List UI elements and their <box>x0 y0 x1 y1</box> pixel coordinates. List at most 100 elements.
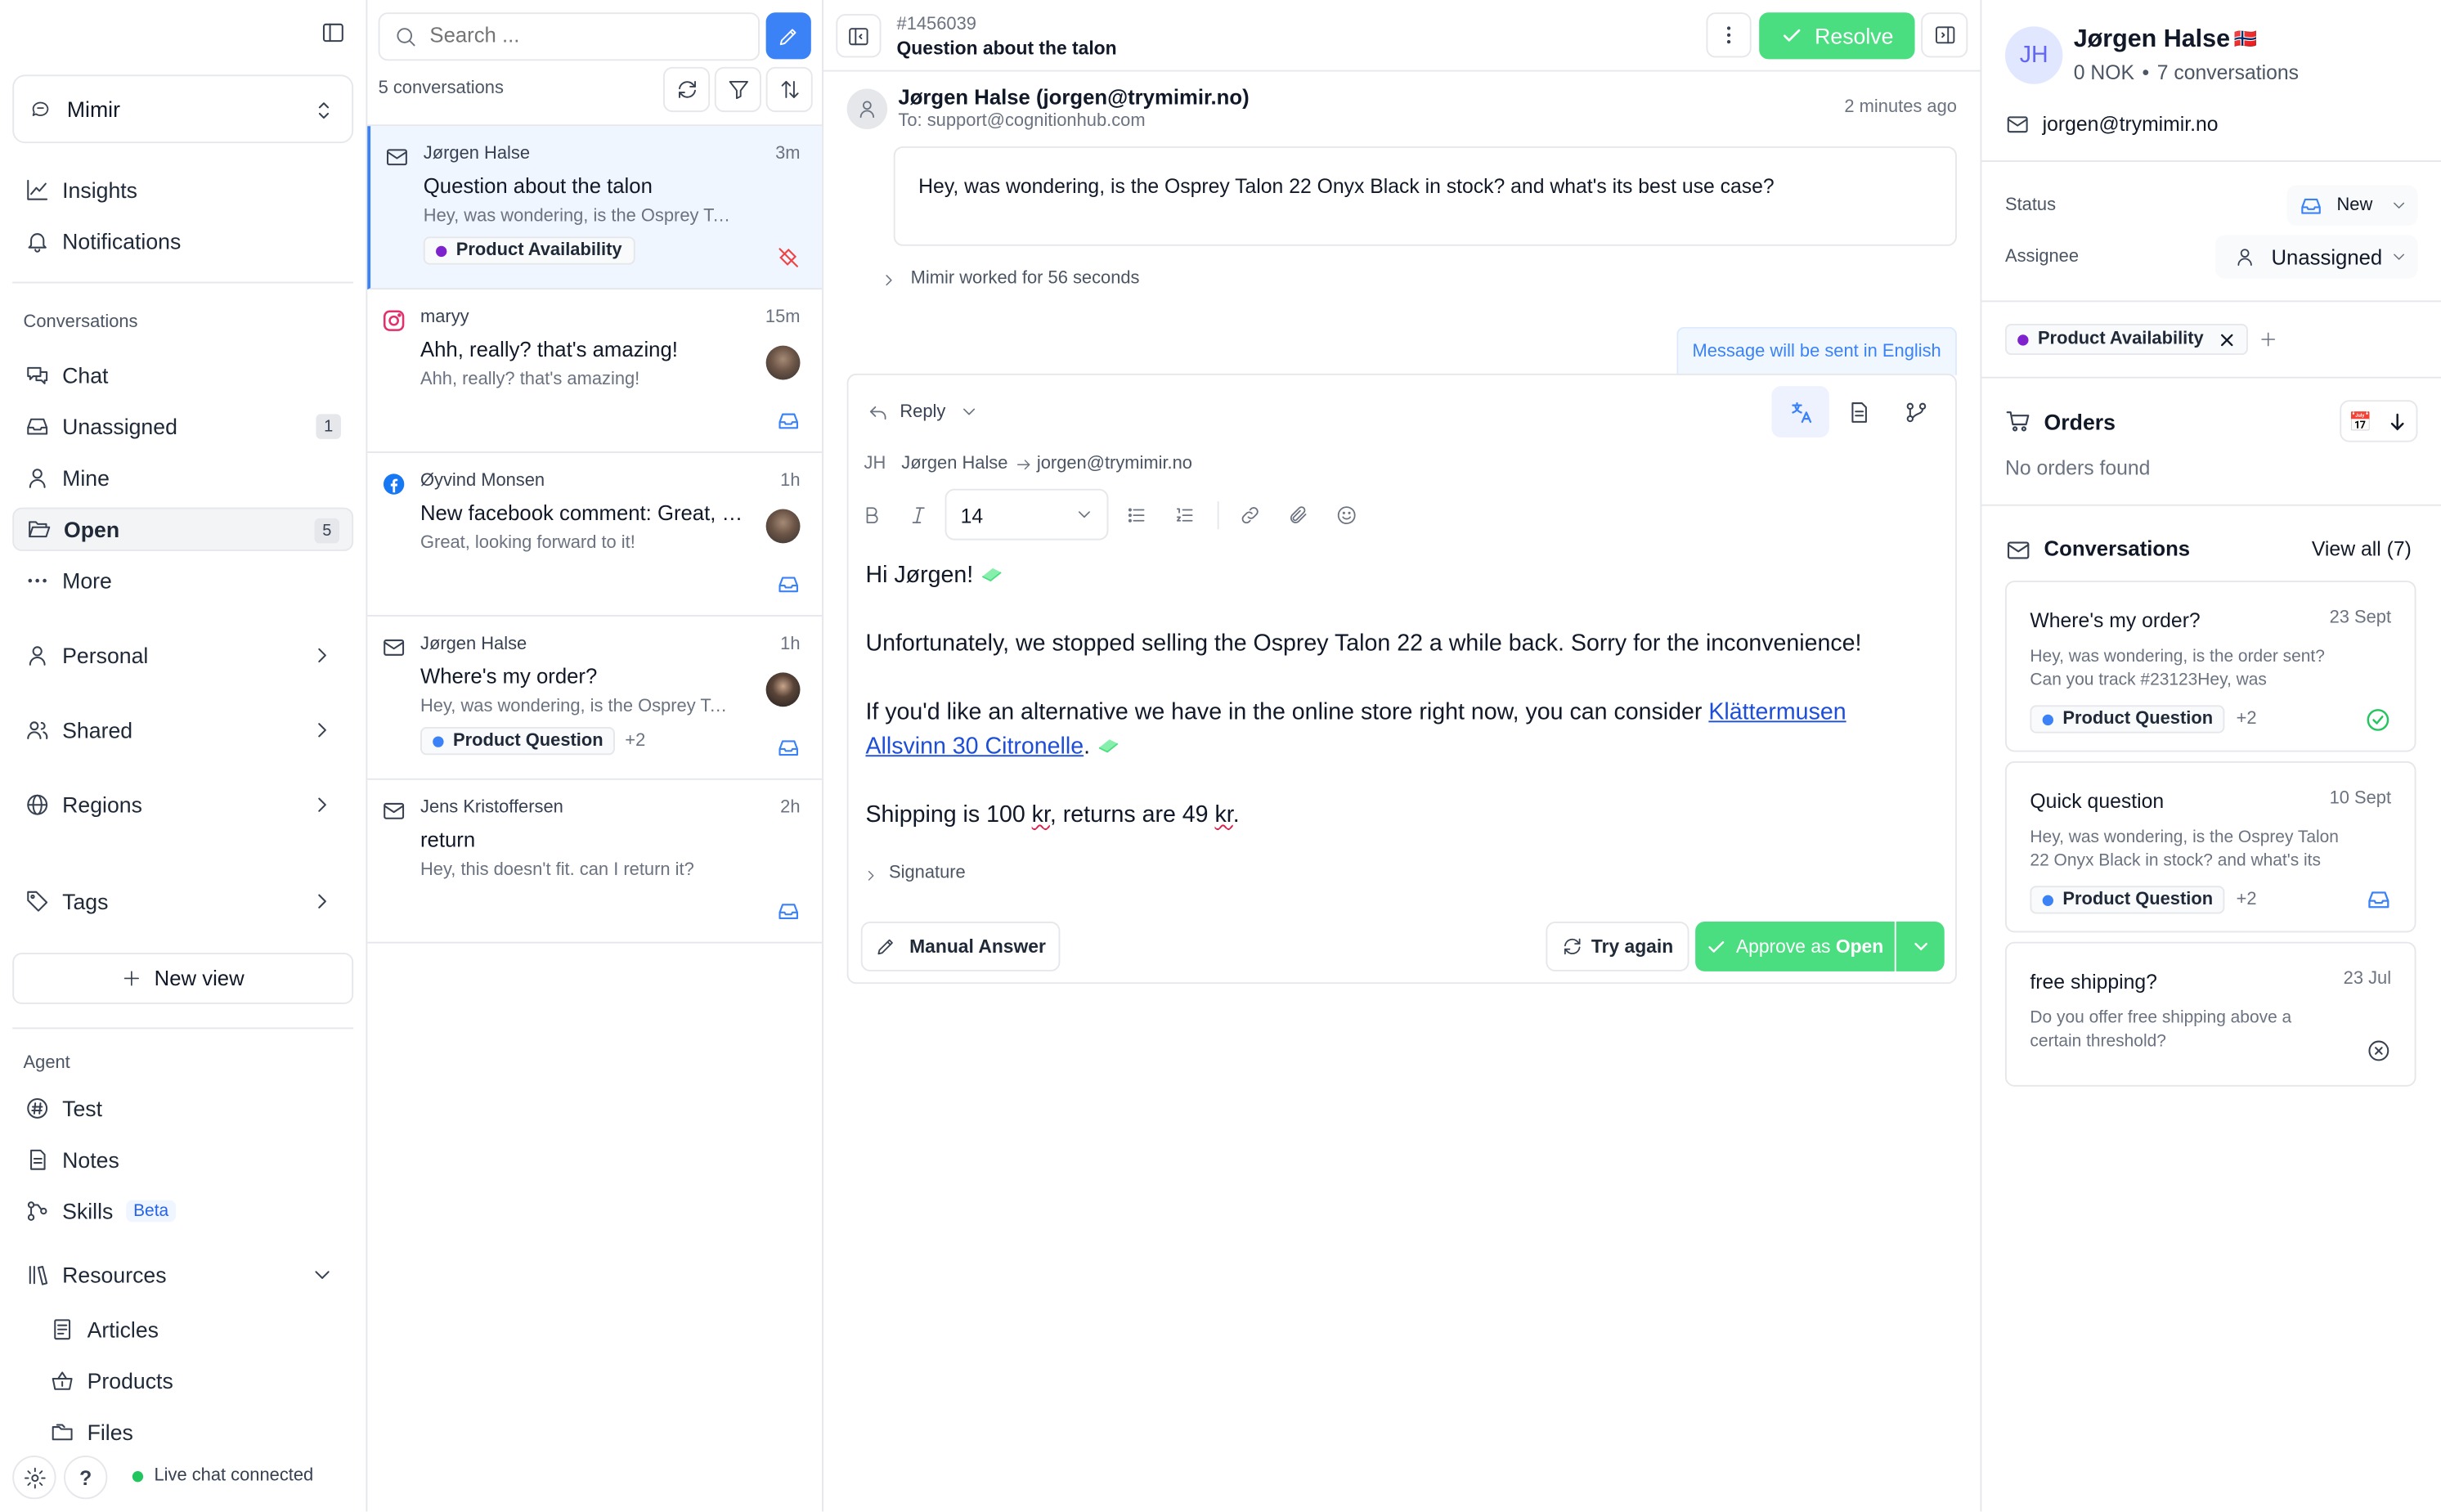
search-icon <box>394 25 418 48</box>
toggle-details-button[interactable] <box>1921 12 1968 58</box>
workflow-icon[interactable] <box>1904 400 1928 424</box>
emoji-icon[interactable] <box>1335 505 1357 527</box>
conversation-item[interactable]: Øyvind Monsen 1h New facebook comment: G… <box>367 453 823 617</box>
inbox-icon <box>777 900 801 923</box>
approve-options-button[interactable] <box>1896 921 1945 971</box>
refresh-button[interactable] <box>662 66 711 113</box>
workspace-switcher[interactable]: Mimir <box>12 74 354 144</box>
nav-unassigned[interactable]: Unassigned 1 <box>12 405 353 448</box>
reply-from-name: Jørgen Halse <box>901 454 1008 473</box>
conversation-item[interactable]: Jørgen Halse 3m Question about the talon… <box>367 126 823 290</box>
translate-button[interactable] <box>1771 386 1829 437</box>
manual-answer-button[interactable]: Manual Answer <box>860 921 1061 971</box>
settings-button[interactable] <box>12 1455 56 1500</box>
bold-icon[interactable] <box>861 505 883 527</box>
nav-label: Open <box>64 517 120 542</box>
nav-test[interactable]: Test <box>12 1087 353 1130</box>
nav-label: Personal <box>62 643 149 668</box>
nav-personal[interactable]: Personal <box>12 634 353 677</box>
conversation-subject: Ahh, really? that's amazing! <box>420 338 678 361</box>
chevron-down-icon <box>2389 248 2408 267</box>
message-time: 2 minutes ago <box>1844 97 1957 117</box>
basket-icon <box>50 1368 74 1393</box>
history-card[interactable]: Quick question 10 Sept Hey, was wonderin… <box>2004 760 2416 933</box>
chevron-down-icon <box>310 1263 334 1287</box>
nav-open[interactable]: Open 5 <box>12 507 354 551</box>
ticket-title: Question about the talon <box>896 37 1117 60</box>
view-all-link[interactable]: View all (7) <box>2312 537 2412 561</box>
chevron-right-icon[interactable] <box>880 271 899 289</box>
reply-draft[interactable]: Hi Jørgen! Unfortunately, we stopped sel… <box>865 559 1924 832</box>
conversation-tag-chip: Product Availability <box>2004 323 2248 356</box>
conversation-item[interactable]: maryy 15m Ahh, really? that's amazing! A… <box>367 289 823 453</box>
reply-mode-label[interactable]: Reply <box>900 403 945 422</box>
signature-toggle[interactable]: Signature <box>889 864 966 883</box>
approve-button[interactable]: Approve as Open <box>1695 921 1895 971</box>
compose-button[interactable] <box>765 12 811 60</box>
history-tags: Product Question +2 <box>2030 886 2257 914</box>
vertical-ellipsis-icon <box>1717 24 1741 47</box>
search-box[interactable] <box>378 12 761 61</box>
try-again-button[interactable]: Try again <box>1546 921 1689 971</box>
panel-right-icon <box>1932 24 1956 47</box>
numbered-list-icon[interactable] <box>1173 505 1196 527</box>
unassign-icon[interactable] <box>777 246 801 270</box>
nav-tags[interactable]: Tags <box>12 880 353 923</box>
paperclip-icon[interactable] <box>1287 505 1309 527</box>
chevron-right-icon[interactable] <box>863 867 880 884</box>
status-select[interactable]: New <box>2286 185 2418 227</box>
user-icon <box>856 98 878 120</box>
sidebar-toggle-icon[interactable] <box>321 20 345 45</box>
new-view-button[interactable]: New view <box>12 953 354 1004</box>
nav-notifications[interactable]: Notifications <box>12 219 353 262</box>
font-size-select[interactable]: 14 <box>945 488 1109 541</box>
chevron-down-icon[interactable] <box>959 402 980 422</box>
filter-button[interactable] <box>714 66 761 113</box>
bullet-list-icon[interactable] <box>1125 505 1147 527</box>
nav-more[interactable]: More <box>12 559 353 602</box>
meta-separator: • <box>2142 61 2150 84</box>
link-icon[interactable] <box>1239 505 1261 527</box>
history-card[interactable]: free shipping? 23 Jul Do you offer free … <box>2004 941 2416 1087</box>
resolve-button[interactable]: Resolve <box>1759 12 1915 60</box>
assignee-value: Unassigned <box>2271 245 2383 269</box>
nav-resources[interactable]: Resources <box>12 1253 353 1296</box>
nav-skills[interactable]: Skills Beta <box>12 1189 353 1232</box>
nav-chat[interactable]: Chat <box>12 353 353 397</box>
history-preview: Do you offer free shipping above a certa… <box>2030 1008 2292 1051</box>
contact-email[interactable]: jorgen@trymimir.no <box>2043 112 2219 136</box>
nav-notes[interactable]: Notes <box>12 1138 353 1182</box>
nav-files[interactable]: Files <box>38 1411 353 1454</box>
search-input[interactable] <box>429 23 742 47</box>
nav-articles[interactable]: Articles <box>38 1308 353 1351</box>
document-icon[interactable] <box>1846 400 1871 424</box>
history-card[interactable]: Where's my order? 23 Sept Hey, was wonde… <box>2004 581 2416 752</box>
draft-p3-text: , returns are 49 <box>1049 801 1215 828</box>
orders-sort-button[interactable]: 📅 <box>2340 400 2418 442</box>
add-tag-icon[interactable] <box>2259 330 2277 349</box>
sort-button[interactable] <box>765 66 813 113</box>
conversation-item[interactable]: Jens Kristoffersen 2h return Hey, this d… <box>367 780 823 944</box>
nav-products[interactable]: Products <box>38 1359 353 1402</box>
nav-label: Skills <box>62 1198 114 1224</box>
italic-icon[interactable] <box>908 505 930 527</box>
spellcheck-word: kr <box>1214 801 1233 828</box>
collapse-list-button[interactable] <box>836 14 882 58</box>
conversation-subject: return <box>420 828 476 852</box>
pencil-icon <box>777 25 801 48</box>
nav-regions[interactable]: Regions <box>12 783 353 827</box>
close-icon[interactable] <box>2218 331 2235 348</box>
nav-shared[interactable]: Shared <box>12 708 353 752</box>
try-again-label: Try again <box>1591 935 1674 958</box>
nav-mine[interactable]: Mine <box>12 456 353 500</box>
conversation-sender: Øyvind Monsen <box>420 471 545 491</box>
help-button[interactable]: ? <box>64 1455 108 1500</box>
conversation-item[interactable]: Jørgen Halse 1h Where's my order? Hey, w… <box>367 617 823 780</box>
history-date: 23 Sept <box>2329 608 2392 628</box>
more-actions-button[interactable] <box>1706 12 1752 58</box>
assignee-select[interactable]: Unassigned <box>2214 235 2418 279</box>
history-date: 10 Sept <box>2329 789 2392 809</box>
nav-label: More <box>62 568 112 594</box>
agent-work-summary[interactable]: Mimir worked for 56 seconds <box>911 269 1140 288</box>
nav-insights[interactable]: Insights <box>12 168 353 212</box>
